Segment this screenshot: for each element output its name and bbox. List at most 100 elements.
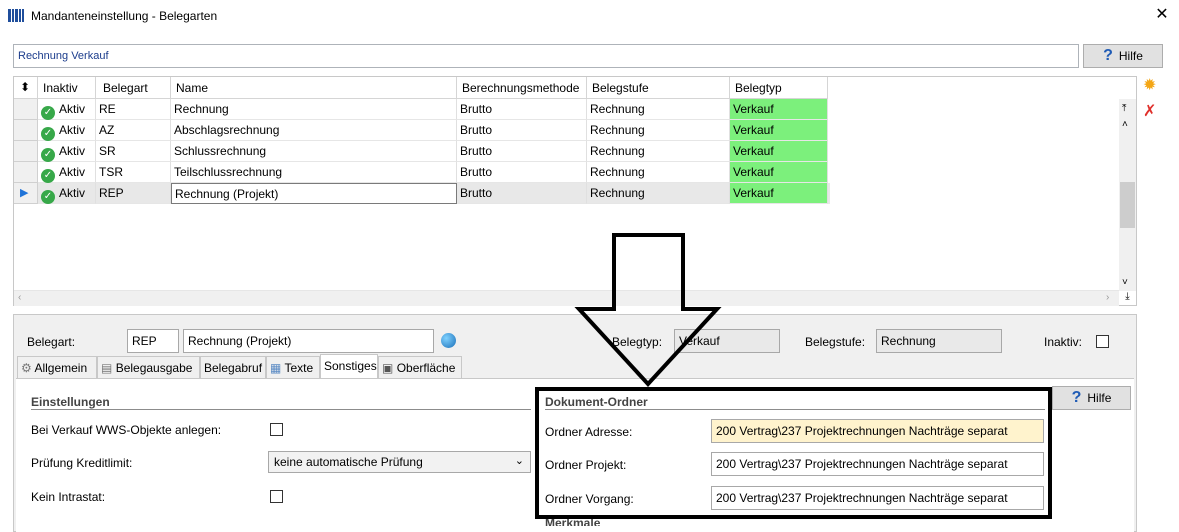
tab-belegabruf[interactable]: Belegabruf: [200, 356, 266, 378]
scroll-top-icon[interactable]: ⤒: [1122, 103, 1126, 114]
row-selector[interactable]: [14, 120, 38, 141]
cell-name-text: Teilschlussrechnung: [174, 165, 283, 179]
cell-belegstufe[interactable]: Rechnung: [587, 120, 730, 141]
cell-berechnungsmethode[interactable]: Brutto: [457, 120, 587, 141]
tab-belegausgabe[interactable]: ▤ Belegausgabe: [97, 356, 200, 378]
tab-allgemein-label: Allgemein: [34, 361, 88, 375]
tab-texte[interactable]: ▦ Texte: [266, 356, 320, 378]
delete-icon[interactable]: ✗: [1143, 104, 1159, 120]
table-row[interactable]: ✓ Aktiv RE Rechnung Brutto Rechnung Verkauf: [14, 99, 830, 120]
help-question-icon: ?: [1071, 389, 1082, 406]
cell-inaktiv[interactable]: ✓ Aktiv: [38, 120, 96, 141]
cell-berechnungsmethode[interactable]: Brutto: [457, 162, 587, 183]
cell-inaktiv[interactable]: ✓ Aktiv: [38, 99, 96, 120]
belegart-name-field[interactable]: Rechnung (Projekt): [183, 329, 434, 353]
col-header-name[interactable]: Name: [171, 77, 457, 99]
col-header-belegtyp[interactable]: Belegtyp: [730, 77, 828, 99]
row-selector[interactable]: [14, 162, 38, 183]
help-button[interactable]: ? Hilfe: [1083, 44, 1163, 68]
scroll-up-icon[interactable]: ˄: [1122, 119, 1128, 130]
cell-berechnungsmethode-text: Brutto: [460, 186, 493, 200]
cell-inaktiv[interactable]: ✓ Aktiv: [38, 162, 96, 183]
intrastat-checkbox[interactable]: [270, 490, 283, 503]
cell-berechnungsmethode-text: Brutto: [460, 123, 493, 137]
cell-belegtyp-text: Verkauf: [733, 186, 774, 200]
cell-belegtyp[interactable]: Verkauf: [730, 120, 828, 141]
col-header-berechnungsmethode[interactable]: Berechnungsmethode: [457, 77, 587, 99]
cell-belegtyp[interactable]: Verkauf: [730, 162, 828, 183]
table-row[interactable]: ✓ Aktiv TSR Teilschlussrechnung Brutto Rechnu…: [14, 162, 830, 183]
cell-belegtyp-text: Verkauf: [733, 144, 774, 158]
add-sun-icon[interactable]: ✹: [1143, 78, 1159, 94]
cell-belegart[interactable]: TSR: [96, 162, 171, 183]
close-button[interactable]: ✕: [1150, 3, 1174, 27]
cell-belegtyp[interactable]: Verkauf: [730, 141, 828, 162]
table-row[interactable]: ▶ ✓ Aktiv REP Rechnung (Projekt) Brutto Rechnu…: [14, 183, 830, 204]
cell-belegart-text: RE: [99, 102, 116, 116]
col-header-belegart[interactable]: Belegart: [96, 77, 171, 99]
cell-belegstufe-text: Rechnung: [590, 186, 645, 200]
window-title: Mandanteneinstellung - Belegarten: [31, 9, 218, 23]
sort-icon[interactable]: ⬍: [14, 77, 38, 99]
cell-belegstufe-text: Rechnung: [590, 102, 645, 116]
chevron-down-icon: ⌄: [514, 455, 524, 467]
kreditlimit-select[interactable]: keine automatische Prüfung ⌄: [268, 451, 531, 473]
kreditlimit-label: Prüfung Kreditlimit:: [31, 456, 133, 470]
tab-sonstiges[interactable]: Sonstiges: [320, 354, 378, 379]
row-selector[interactable]: [14, 99, 38, 120]
cell-belegart[interactable]: AZ: [96, 120, 171, 141]
belegart-code-field[interactable]: REP: [127, 329, 179, 353]
cell-belegart[interactable]: REP: [96, 183, 171, 204]
kreditlimit-value: keine automatische Prüfung: [274, 455, 423, 469]
cell-berechnungsmethode[interactable]: Brutto: [457, 99, 587, 120]
wws-checkbox[interactable]: [270, 423, 283, 436]
cell-belegstufe[interactable]: Rechnung: [587, 183, 730, 204]
cell-belegart[interactable]: SR: [96, 141, 171, 162]
tab-allgemein[interactable]: ⚙ Allgemein: [17, 356, 97, 378]
tab-belegausgabe-label: Belegausgabe: [115, 361, 193, 375]
cell-name[interactable]: Abschlagsrechnung: [171, 120, 457, 141]
cell-belegstufe[interactable]: Rechnung: [587, 141, 730, 162]
belegstufe-field: Rechnung: [876, 329, 1002, 353]
window-icon: ▣: [382, 361, 394, 375]
inaktiv-checkbox[interactable]: [1096, 335, 1109, 348]
cell-belegtyp[interactable]: Verkauf: [730, 183, 828, 204]
row-selector[interactable]: ▶: [14, 183, 38, 204]
cell-name[interactable]: Schlussrechnung: [171, 141, 457, 162]
vertical-scroll-thumb[interactable]: [1120, 182, 1135, 228]
cell-berechnungsmethode[interactable]: Brutto: [457, 141, 587, 162]
cell-berechnungsmethode-text: Brutto: [460, 102, 493, 116]
filter-input[interactable]: Rechnung Verkauf: [13, 44, 1079, 68]
table-row[interactable]: ✓ Aktiv AZ Abschlagsrechnung Brutto Rechnung V…: [14, 120, 830, 141]
help-question-icon: ?: [1103, 47, 1113, 64]
cell-belegart[interactable]: RE: [96, 99, 171, 120]
col-header-belegstufe[interactable]: Belegstufe: [587, 77, 730, 99]
scroll-left-icon[interactable]: ‹: [18, 292, 21, 303]
cell-belegstufe[interactable]: Rechnung: [587, 162, 730, 183]
cell-name[interactable]: Rechnung (Projekt): [171, 183, 457, 204]
col-header-inaktiv[interactable]: Inaktiv: [38, 77, 96, 99]
row-selector[interactable]: [14, 141, 38, 162]
horizontal-scrollbar[interactable]: ‹ ›: [14, 290, 1119, 306]
scroll-down-icon[interactable]: ˅: [1122, 277, 1128, 288]
check-circle-icon: ✓: [41, 106, 55, 120]
cell-belegtyp-text: Verkauf: [733, 102, 774, 116]
cell-berechnungsmethode[interactable]: Brutto: [457, 183, 587, 204]
cell-name-text: Abschlagsrechnung: [174, 123, 280, 137]
table-row[interactable]: ✓ Aktiv SR Schlussrechnung Brutto Rechnung Ver…: [14, 141, 830, 162]
cell-inaktiv[interactable]: ✓ Aktiv: [38, 183, 96, 204]
tab-oberflaeche[interactable]: ▣ Oberfläche: [378, 356, 462, 378]
cell-belegstufe-text: Rechnung: [590, 123, 645, 137]
cell-belegart-text: AZ: [99, 123, 115, 137]
cell-belegstufe[interactable]: Rechnung: [587, 99, 730, 120]
scroll-right-icon[interactable]: ›: [1106, 292, 1109, 303]
scroll-bottom-icon[interactable]: ⤓: [1120, 291, 1135, 306]
cell-inaktiv[interactable]: ✓ Aktiv: [38, 141, 96, 162]
einstellungen-title: Einstellungen: [31, 395, 110, 409]
help-button-sonstiges[interactable]: ? Hilfe: [1052, 386, 1131, 410]
cell-belegtyp[interactable]: Verkauf: [730, 99, 828, 120]
cell-inaktiv-text: Aktiv: [59, 123, 86, 137]
cell-name[interactable]: Rechnung: [171, 99, 457, 120]
cell-name[interactable]: Teilschlussrechnung: [171, 162, 457, 183]
globe-icon[interactable]: [441, 333, 456, 348]
